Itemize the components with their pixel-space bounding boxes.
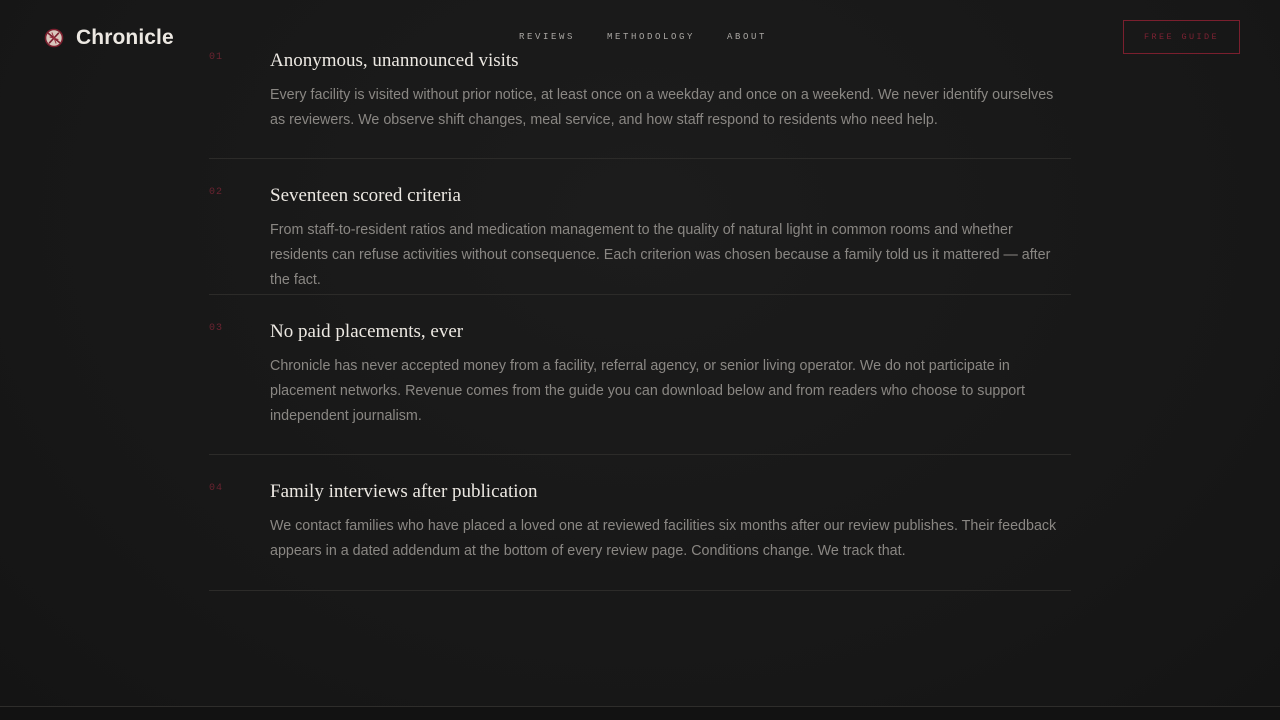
site-header: Chronicle REVIEWS METHODOLOGY ABOUT FREE… (0, 0, 1280, 75)
nav-link-reviews[interactable]: REVIEWS (519, 32, 575, 42)
item-body: We contact families who have placed a lo… (270, 518, 1057, 559)
item-body: From staff-to-resident ratios and medica… (270, 222, 1051, 288)
item-title: Family interviews after publication (270, 481, 538, 502)
crossed-circle-logo-icon (44, 28, 64, 48)
methodology-list: 01 Anonymous, unannounced visits Every f… (209, 0, 1071, 591)
nav-link-methodology[interactable]: METHODOLOGY (607, 32, 695, 42)
methodology-item: 02 Seventeen scored criteria From staff-… (209, 159, 1071, 295)
item-body: Every facility is visited without prior … (270, 87, 1054, 128)
item-number: 04 (209, 483, 224, 494)
free-guide-button[interactable]: FREE GUIDE (1123, 20, 1240, 54)
main-nav: REVIEWS METHODOLOGY ABOUT (519, 32, 767, 42)
footer-divider (0, 706, 1280, 720)
methodology-item: 04 Family interviews after publication W… (209, 455, 1071, 591)
item-body: Chronicle has never accepted money from … (270, 358, 1025, 424)
methodology-item: 03 No paid placements, ever Chronicle ha… (209, 295, 1071, 455)
item-number: 02 (209, 187, 224, 198)
item-title: Seventeen scored criteria (270, 185, 461, 206)
brand-name: Chronicle (76, 26, 174, 49)
brand-logo[interactable]: Chronicle (44, 26, 174, 50)
item-number: 03 (209, 323, 224, 334)
nav-link-about[interactable]: ABOUT (727, 32, 767, 42)
item-title: No paid placements, ever (270, 321, 464, 342)
